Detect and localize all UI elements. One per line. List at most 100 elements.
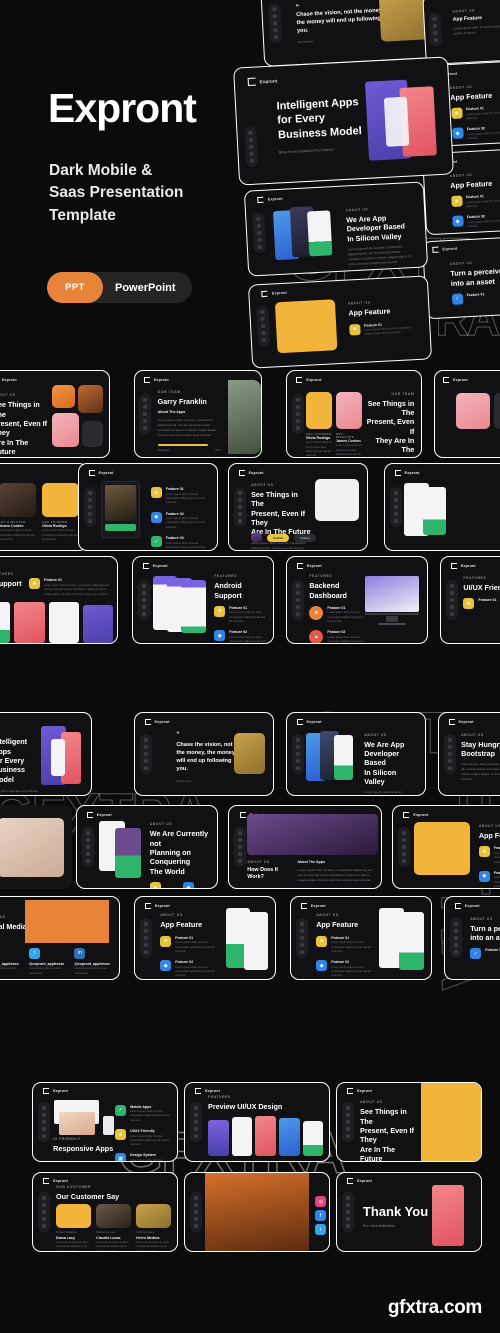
- social-desc: Lorem ipsum dolor sit amet consectetur.: [74, 967, 107, 975]
- brand-name: Expront: [154, 903, 170, 908]
- slide-nav-rail[interactable]: [252, 212, 267, 254]
- slide-nav-rail[interactable]: [139, 734, 152, 774]
- slide-perceived-risk-2[interactable]: Expront ABOUT US Turn a perceived risk i…: [444, 896, 500, 980]
- slide-app-feature-top-right[interactable]: ABOUT US App Feature Lorem ipsum dolor s…: [422, 0, 500, 66]
- slide-see-things-2[interactable]: Expront CEO Founder Olivia Rodrigo Lorem…: [286, 370, 422, 458]
- feature-row: ★ Feature 01 Lorem ipsum dolor sit amet …: [150, 487, 209, 505]
- slide-nav-rail[interactable]: [443, 734, 456, 774]
- slide-nav-rail[interactable]: [137, 580, 150, 620]
- slide-stay-hungry[interactable]: Expront ABOUT US Stay Hungry and Bootstr…: [438, 712, 500, 796]
- brand-name: Expront: [248, 471, 264, 476]
- slide-nav-rail[interactable]: [244, 126, 259, 168]
- feature-row: ★ Feature 01 Lorem ipsum dolor sit amet …: [309, 605, 365, 624]
- slide-eyebrow: FEATURES: [208, 1095, 231, 1100]
- slide-eyebrow: ABOUT US: [247, 860, 270, 865]
- twitter-icon[interactable]: t: [28, 947, 40, 959]
- slide-conquering-world[interactable]: Expront ABOUT US We Are Currently not Pl…: [76, 805, 218, 889]
- slide-see-things-1[interactable]: Expront ABOUT US See Things in The Prese…: [0, 370, 110, 458]
- slide-nav-rail[interactable]: [83, 487, 96, 527]
- slide-ios-support[interactable]: Expront OUR FEATURES iOS Support ★ Featu…: [0, 556, 118, 644]
- slide-nav-rail[interactable]: [428, 12, 442, 47]
- feature-row: ◆ Feature 02 Lorem ipsum dolor sit amet …: [214, 630, 267, 643]
- slide-nav-rail[interactable]: [234, 827, 247, 867]
- slide-nav-rail[interactable]: [445, 580, 458, 620]
- slide-perceived-risk[interactable]: Expront ABOUT US Turn a perceived risk i…: [422, 234, 500, 320]
- slide-nav-rail[interactable]: [37, 1192, 50, 1232]
- slide-lion-app[interactable]: Expront ★ Feature 01 Lorem ipsum dolor s…: [78, 463, 218, 551]
- slide-app-feature-headphones[interactable]: Expront ABOUT US App Feature ★ Feature 0…: [392, 805, 500, 889]
- slide-nav-rail[interactable]: [189, 1192, 202, 1232]
- footer-brand: gfxtra.com: [387, 1297, 482, 1318]
- slide-nav-rail[interactable]: [233, 487, 246, 527]
- brand-name: Expront: [267, 196, 283, 202]
- slide-uiux-friendly[interactable]: Expront FEATURES UI/UX Friendly ★ Featur…: [440, 556, 500, 644]
- slide-app-feature-headphones-top[interactable]: Expront ABOUT US App Feature ★ Feature 0…: [247, 275, 433, 369]
- phone-mockup-group: [99, 820, 142, 879]
- slide-eyebrow: OUR CUSTOMER: [56, 1185, 92, 1190]
- slide-quote-2[interactable]: Expront “ Chase the vision, not the mone…: [134, 712, 274, 796]
- slide-body: Lorem ipsum dolor sit amet, consectetur …: [297, 868, 373, 882]
- slide-intelligent-apps-2[interactable]: Expront Intelligent Apps for Every Busin…: [0, 712, 92, 796]
- slide-backend-dashboard[interactable]: Expront FEATURES Backend Dashboard ★ Fea…: [286, 556, 428, 644]
- slide-team-grid[interactable]: Expront: [434, 370, 500, 458]
- slide-nav-rail[interactable]: [389, 487, 402, 527]
- slide-nav-rail[interactable]: [256, 305, 271, 347]
- slide-garry-franklin[interactable]: Expront OUR TEAM Garry Franklin About Th…: [134, 370, 262, 458]
- slide-nav-rail[interactable]: [341, 1192, 354, 1232]
- slide-preview-uiux[interactable]: Expront FEATURES Preview UI/UX Design: [184, 1082, 330, 1162]
- instagram-icon[interactable]: ◎: [315, 1196, 327, 1208]
- linkedin-icon[interactable]: in: [74, 947, 86, 959]
- skill-row: Marketing 90%: [157, 444, 221, 453]
- slide-team-two[interactable]: Expront Art Director James Corden Lorem …: [0, 463, 88, 551]
- slide-hero-intelligent-apps[interactable]: Expront Intelligent Apps for Every Busin…: [233, 56, 454, 186]
- slide-nav-rail[interactable]: [291, 394, 304, 434]
- slide-city-photo[interactable]: ◎ f t: [184, 1172, 330, 1252]
- phone-mockup: [0, 601, 11, 643]
- phone-mockup: [48, 601, 80, 643]
- slide-nav-rail[interactable]: [295, 918, 308, 958]
- slide-our-customer-say[interactable]: Expront OUR CUSTOMER Our Customer Say Pr…: [32, 1172, 178, 1252]
- feature-row: ✓ Feature 01: [451, 289, 500, 305]
- slide-nav-rail[interactable]: [291, 734, 304, 774]
- twitter-icon[interactable]: t: [315, 1224, 327, 1236]
- slide-silicon-valley-2[interactable]: Expront ABOUT US We Are App Developer Ba…: [286, 712, 426, 796]
- feature-desc: Lorem ipsum dolor sit amet consectetur a…: [165, 541, 206, 549]
- feature-row: ◆ Feature 02 Lorem ipsum dolor sit amet …: [160, 960, 222, 978]
- phone-mockup-group: [272, 206, 333, 261]
- slide-app-feature-green-2[interactable]: Expront ABOUT US App Feature ★ Feature 0…: [290, 896, 432, 980]
- slide-nav-rail[interactable]: [341, 1102, 354, 1142]
- slide-nav-rail[interactable]: [268, 2, 283, 44]
- social-handle: @expront_appfreeze: [0, 961, 19, 966]
- slide-nav-rail[interactable]: [449, 918, 462, 958]
- slide-nav-rail[interactable]: [398, 827, 411, 867]
- slide-silicon-valley-top[interactable]: Expront ABOUT US We Are App Developer Ba…: [243, 181, 429, 277]
- slide-social-media[interactable]: Expront ABOUT US Social Media f @expront…: [0, 896, 120, 980]
- slide-brand: Expront: [347, 1178, 372, 1185]
- feature-title: Feature 01: [175, 935, 194, 940]
- slide-plant-photo[interactable]: [0, 805, 72, 889]
- chip[interactable]: Feature: [294, 533, 316, 542]
- slide-thank-you[interactable]: Expront Thank You For Your Attention: [336, 1172, 482, 1252]
- phone-row: [0, 601, 114, 643]
- feature-title: Feature 01: [331, 935, 350, 940]
- slide-android-support[interactable]: Expront FEATURES Android Support ★ Featu…: [132, 556, 274, 644]
- slide-bike[interactable]: Expront: [384, 463, 500, 551]
- check-icon: ✓: [115, 1104, 127, 1116]
- slide-nav-rail[interactable]: [189, 1102, 202, 1142]
- slide-nav-rail[interactable]: [139, 918, 152, 958]
- section-label: About The Apps: [157, 410, 186, 415]
- slide-brand: Expront: [142, 563, 168, 570]
- chip[interactable]: Feature: [267, 533, 290, 542]
- slide-app-feature-green[interactable]: Expront ABOUT US App Feature ★ Feature 0…: [134, 896, 276, 980]
- slide-see-things-3[interactable]: Expront ABOUT US See Things in The Prese…: [228, 463, 368, 551]
- slide-nav-rail[interactable]: [291, 580, 304, 620]
- slide-nav-rail[interactable]: [81, 827, 94, 867]
- slide-how-does-it-work[interactable]: Expront ABOUT US How Does It Work? About…: [228, 805, 382, 889]
- facebook-icon[interactable]: f: [315, 1210, 327, 1222]
- slide-nav-rail[interactable]: [37, 1102, 50, 1142]
- slide-responsive-apps[interactable]: Expront UI FRIENDLY Responsive Apps ✓ Mo…: [32, 1082, 178, 1162]
- slide-see-things-4[interactable]: Expront ABOUT US See Things in The Prese…: [336, 1082, 482, 1162]
- cta-button[interactable]: [105, 524, 136, 532]
- slide-nav-rail[interactable]: [139, 394, 152, 434]
- brand-mark-icon: [195, 1088, 202, 1095]
